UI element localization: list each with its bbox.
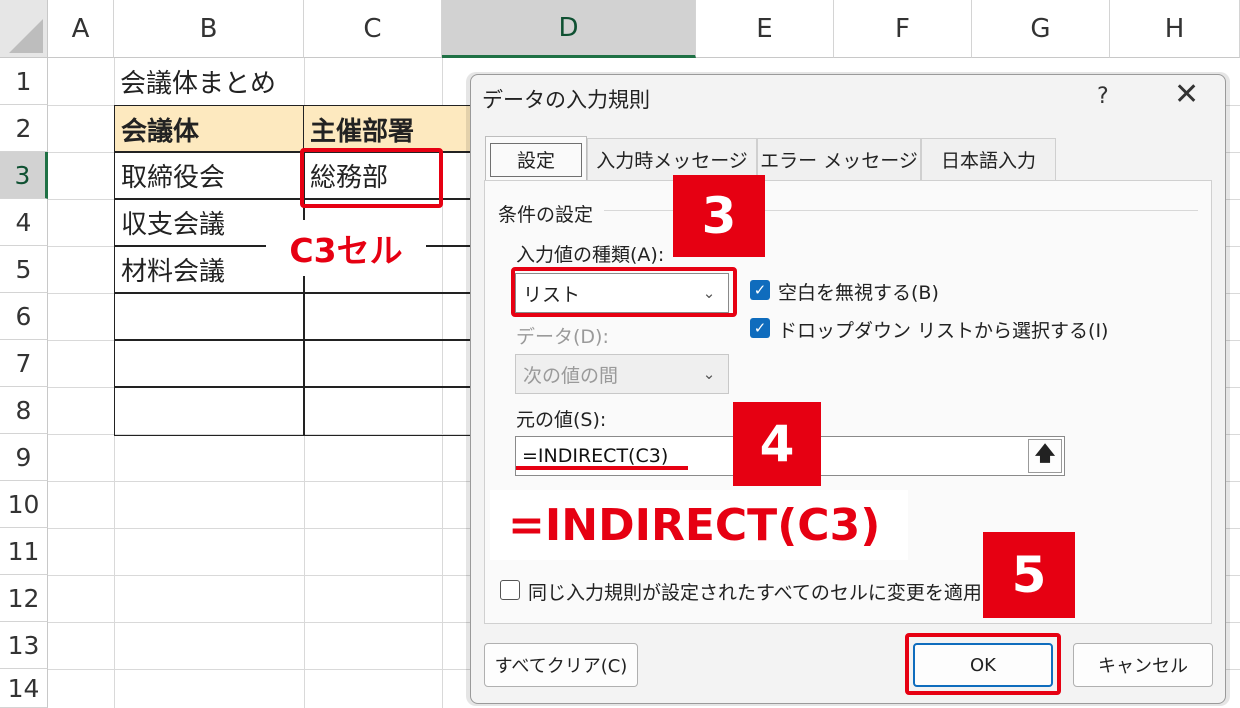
tab-ime[interactable]: 日本語入力 <box>921 138 1056 180</box>
formula-callout: =INDIRECT(C3) <box>490 490 908 560</box>
column-header-e[interactable]: E <box>696 0 834 58</box>
row-header-5[interactable]: 5 <box>0 246 48 293</box>
dropdown-label[interactable]: ドロップダウン リストから選択する(I) <box>778 316 1108 343</box>
row-header-7[interactable]: 7 <box>0 340 48 387</box>
help-icon[interactable]: ? <box>1097 84 1109 109</box>
row-header-11[interactable]: 11 <box>0 528 48 575</box>
source-label: 元の値(S): <box>516 409 607 431</box>
column-header-a[interactable]: A <box>48 0 114 58</box>
source-underline <box>516 466 688 470</box>
select-all-triangle <box>9 19 43 53</box>
c3-highlight-box <box>300 148 443 208</box>
close-icon[interactable]: ✕ <box>1174 80 1199 110</box>
tab-error-message[interactable]: エラー メッセージ <box>757 138 921 180</box>
column-header-b[interactable]: B <box>114 0 304 58</box>
cell-c8[interactable] <box>303 386 483 436</box>
step3-highlight-box <box>511 267 737 317</box>
select-all-corner[interactable] <box>0 0 48 58</box>
cell-c7[interactable] <box>303 339 483 388</box>
tab-focus-ring <box>490 143 582 177</box>
apply-all-checkbox[interactable] <box>500 580 520 600</box>
column-header-d[interactable]: D <box>442 0 696 58</box>
cell-b1[interactable]: 会議体まとめ <box>114 58 444 105</box>
cell-b6[interactable] <box>114 292 305 341</box>
data-label: データ(D): <box>516 326 609 348</box>
chevron-down-icon: ⌄ <box>702 365 716 383</box>
step5-badge: 5 <box>983 532 1075 618</box>
c3-callout-label: C3セル <box>266 220 426 276</box>
step3-badge: 3 <box>673 175 765 257</box>
row-header-9[interactable]: 9 <box>0 434 48 481</box>
ignore-blank-checkbox[interactable]: ✓ <box>750 280 770 300</box>
table-header-department[interactable]: 主催部署 <box>303 105 483 153</box>
source-value: =INDIRECT(C3) <box>522 445 669 467</box>
clear-all-button[interactable]: すべてクリア(C) <box>484 643 638 687</box>
dialog-title: データの入力規則 <box>482 88 650 112</box>
cancel-button[interactable]: キャンセル <box>1073 643 1213 687</box>
apply-all-label[interactable]: 同じ入力規則が設定されたすべてのセルに変更を適用する <box>528 578 988 605</box>
column-header-g[interactable]: G <box>972 0 1110 58</box>
row-header-4[interactable]: 4 <box>0 199 48 246</box>
allow-label: 入力値の種類(A): <box>516 244 665 266</box>
cell-b7[interactable] <box>114 339 305 388</box>
ignore-blank-label[interactable]: 空白を無視する(B) <box>778 278 939 305</box>
column-header-c[interactable]: C <box>304 0 442 58</box>
row-header-10[interactable]: 10 <box>0 481 48 528</box>
table-header-meeting[interactable]: 会議体 <box>114 105 305 153</box>
dropdown-checkbox[interactable]: ✓ <box>750 318 770 338</box>
row-header-1[interactable]: 1 <box>0 58 48 105</box>
cell-b8[interactable] <box>114 386 305 436</box>
column-header-h[interactable]: H <box>1110 0 1240 58</box>
row-header-13[interactable]: 13 <box>0 622 48 669</box>
cell-c6[interactable] <box>303 292 483 341</box>
row-header-14[interactable]: 14 <box>0 669 48 708</box>
step4-badge: 4 <box>733 402 821 486</box>
tab-input-message[interactable]: 入力時メッセージ <box>587 138 757 180</box>
row-header-2[interactable]: 2 <box>0 105 48 152</box>
row-header-6[interactable]: 6 <box>0 293 48 340</box>
cell-b3[interactable]: 取締役会 <box>114 151 305 200</box>
data-value: 次の値の間 <box>523 364 619 387</box>
row-header-8[interactable]: 8 <box>0 387 48 434</box>
range-select-icon[interactable]: 🡅 <box>1028 439 1062 473</box>
step5-highlight-box <box>905 633 1061 695</box>
criteria-group-label: 条件の設定 <box>498 204 594 226</box>
row-header-12[interactable]: 12 <box>0 575 48 622</box>
row-header-3[interactable]: 3 <box>0 152 48 199</box>
data-combobox: 次の値の間 ⌄ <box>515 354 729 394</box>
column-header-f[interactable]: F <box>834 0 972 58</box>
